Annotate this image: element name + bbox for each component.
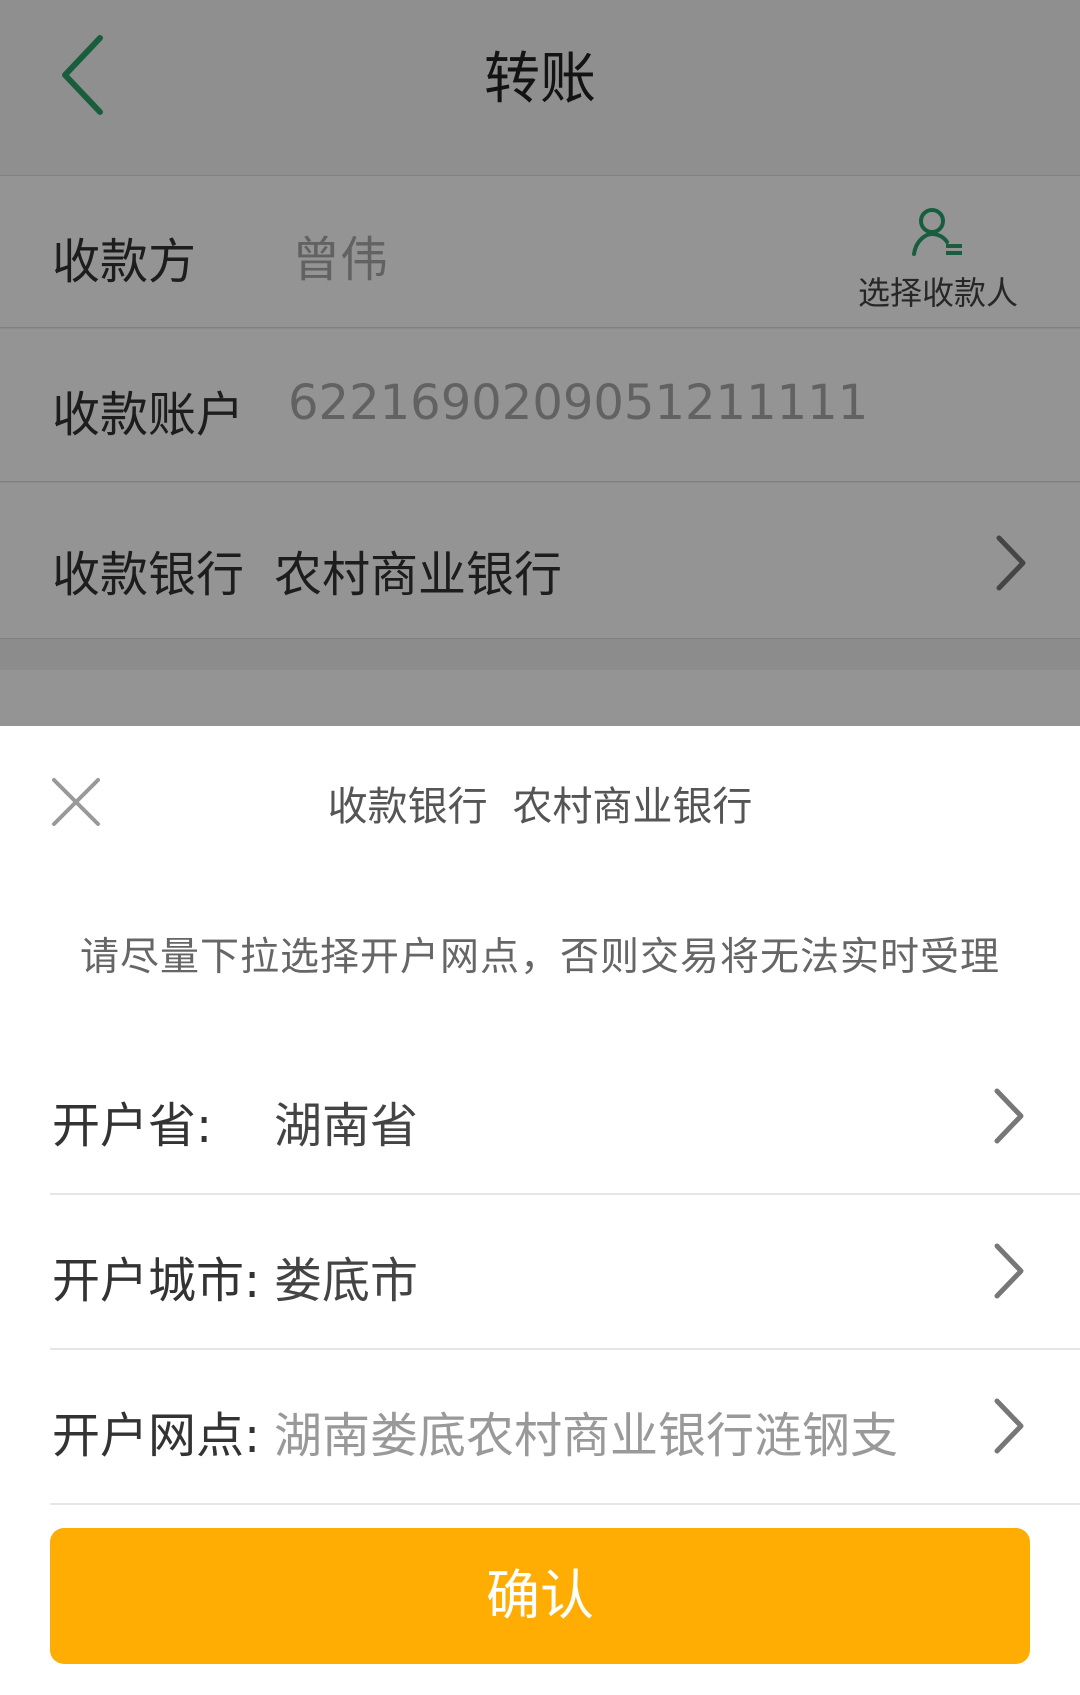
city-row[interactable]: 开户城市: 娄底市 [50,1193,1080,1350]
chevron-right-icon [994,1243,1024,1299]
sheet-title-label: 收款银行 [327,784,488,830]
city-value: 娄底市 [274,1253,419,1309]
chevron-right-icon [994,1088,1024,1144]
province-value: 湖南省 [274,1098,419,1154]
bank-branch-sheet: 收款银行 农村商业银行 请尽量下拉选择开户网点，否则交易将无法实时受理 开户省:… [0,726,1080,1695]
branch-label: 开户网点: [52,1408,261,1464]
branch-value: 湖南娄底农村商业银行涟钢支 [274,1408,899,1464]
confirm-button[interactable]: 确认 [50,1528,1030,1664]
sheet-title-value: 农村商业银行 [512,784,753,830]
chevron-right-icon [994,1398,1024,1454]
province-row[interactable]: 开户省: 湖南省 [50,1038,1080,1195]
province-label: 开户省: [52,1098,213,1154]
city-label: 开户城市: [52,1253,261,1309]
branch-row[interactable]: 开户网点: 湖南娄底农村商业银行涟钢支 [50,1348,1080,1505]
branch-notice: 请尽量下拉选择开户网点，否则交易将无法实时受理 [79,935,1000,980]
sheet-title: 收款银行 农村商业银行 [0,774,1080,832]
modal-overlay[interactable] [0,0,1080,726]
